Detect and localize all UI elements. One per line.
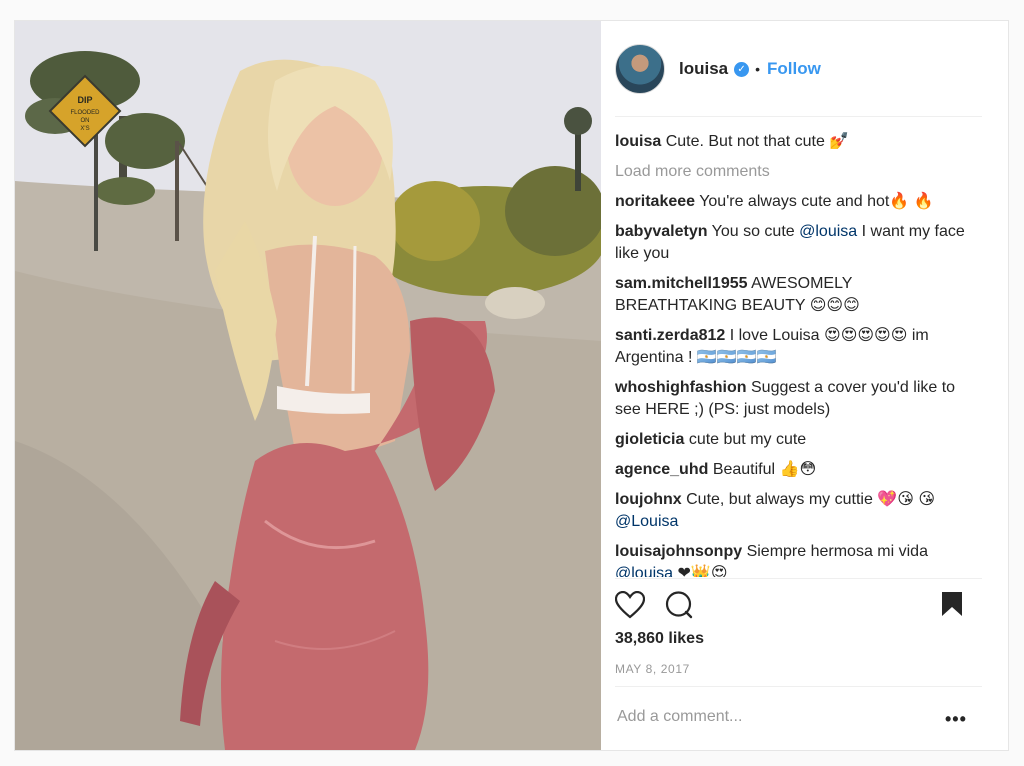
comment-item: whoshighfashion Suggest a cover you'd li… bbox=[615, 377, 975, 421]
heart-icon[interactable] bbox=[614, 590, 646, 624]
comment-username[interactable]: santi.zerda812 bbox=[615, 327, 725, 344]
comment-username[interactable]: agence_uhd bbox=[615, 461, 708, 478]
action-bar bbox=[614, 589, 970, 624]
comment-text: Cute, but always my cuttie 💖😘 😘 bbox=[686, 491, 936, 508]
post-side-panel: louisa ✓ • Follow louisa Cute. But not t… bbox=[601, 21, 1008, 750]
svg-text:DIP: DIP bbox=[77, 95, 92, 105]
comment-mention[interactable]: @louisa bbox=[799, 223, 857, 240]
post-date: MAY 8, 2017 bbox=[615, 662, 690, 676]
comment-text: Beautiful 👍😳 bbox=[712, 461, 817, 478]
svg-text:X'S: X'S bbox=[80, 126, 89, 132]
comment-mention[interactable]: @Louisa bbox=[615, 513, 678, 530]
comment-username[interactable]: sam.mitchell1955 bbox=[615, 275, 748, 292]
comment-text: cute but my cute bbox=[688, 431, 807, 448]
avatar[interactable] bbox=[615, 44, 665, 94]
caption: louisa Cute. But not that cute 💅 bbox=[615, 131, 975, 153]
bookmark-icon[interactable] bbox=[941, 591, 963, 622]
comment-text-after: ❤👑😍 bbox=[677, 565, 728, 577]
comment-input-divider bbox=[615, 686, 982, 687]
comment-text: You're always cute and hot🔥 🔥 bbox=[699, 193, 934, 210]
header-username[interactable]: louisa bbox=[679, 59, 728, 79]
comment-item: noritakeee You're always cute and hot🔥 🔥 bbox=[615, 191, 975, 213]
caption-text: Cute. But not that cute 💅 bbox=[665, 133, 850, 150]
comment-mention[interactable]: @louisa bbox=[615, 565, 673, 577]
comment-username[interactable]: gioleticia bbox=[615, 431, 684, 448]
comment-username[interactable]: whoshighfashion bbox=[615, 379, 747, 396]
post-photo[interactable]: DIP FLOODED ON X'S bbox=[15, 21, 601, 750]
comment-username[interactable]: noritakeee bbox=[615, 193, 695, 210]
load-more-comments-button[interactable]: Load more comments bbox=[615, 161, 975, 183]
post-header: louisa ✓ • Follow bbox=[615, 43, 975, 95]
comment-item: agence_uhd Beautiful 👍😳 bbox=[615, 459, 975, 481]
comment-username[interactable]: loujohnx bbox=[615, 491, 682, 508]
svg-text:ON: ON bbox=[81, 118, 90, 124]
likes-count[interactable]: 38,860 likes bbox=[615, 630, 704, 648]
comment-item: louisajohnsonpy Siempre hermosa mi vida … bbox=[615, 541, 975, 577]
comment-username[interactable]: babyvaletyn bbox=[615, 223, 707, 240]
comment-username[interactable]: louisajohnsonpy bbox=[615, 543, 742, 560]
comment-text: Siempre hermosa mi vida bbox=[746, 543, 928, 560]
comment-text: You so cute bbox=[711, 223, 795, 240]
comment-item: santi.zerda812 I love Louisa 😍😍😍😍😍 im Ar… bbox=[615, 325, 975, 369]
caption-username[interactable]: louisa bbox=[615, 133, 661, 150]
header-divider bbox=[615, 116, 982, 117]
comment-item: loujohnx Cute, but always my cuttie 💖😘 😘… bbox=[615, 489, 975, 533]
more-options-icon[interactable]: ••• bbox=[945, 709, 967, 730]
comment-icon[interactable] bbox=[665, 591, 693, 624]
comment-item: babyvaletyn You so cute @louisa I want m… bbox=[615, 221, 975, 265]
photo-illustration: DIP FLOODED ON X'S bbox=[15, 21, 601, 750]
follow-button[interactable]: Follow bbox=[767, 59, 821, 79]
svg-text:FLOODED: FLOODED bbox=[70, 110, 100, 116]
comment-item: gioleticia cute but my cute bbox=[615, 429, 975, 451]
comments-list[interactable]: louisa Cute. But not that cute 💅 Load mo… bbox=[615, 131, 975, 577]
add-comment-input[interactable]: Add a comment... bbox=[617, 708, 937, 726]
verified-badge-icon: ✓ bbox=[734, 61, 750, 77]
comment-item: sam.mitchell1955 AWESOMELY BREATHTAKING … bbox=[615, 273, 975, 317]
separator-dot: • bbox=[755, 61, 761, 77]
instagram-post: DIP FLOODED ON X'S louisa ✓ • Follow lou… bbox=[14, 20, 1009, 751]
actions-divider bbox=[615, 578, 982, 579]
